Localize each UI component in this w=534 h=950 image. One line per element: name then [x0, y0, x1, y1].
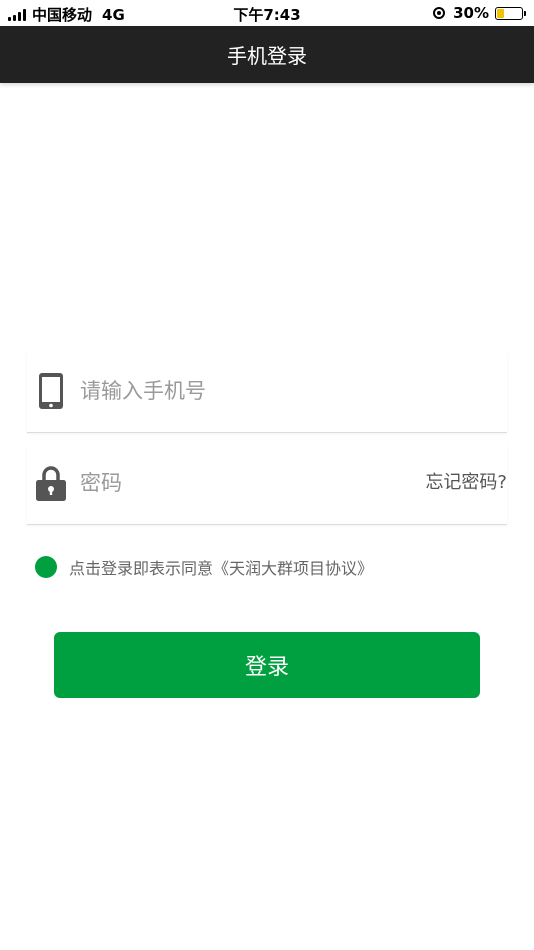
page-title: 手机登录 [227, 44, 307, 68]
battery-icon [495, 6, 523, 20]
forgot-password-link[interactable]: 忘记密码? [425, 442, 507, 524]
password-field: 忘记密码? [27, 442, 507, 525]
nav-bar: 手机登录 [0, 26, 534, 83]
password-input[interactable] [80, 442, 380, 524]
battery-fill [497, 8, 504, 18]
login-button[interactable]: 登录 [54, 632, 480, 698]
battery-percent: 30% [453, 4, 489, 22]
lock-icon [36, 466, 66, 501]
agreement-text[interactable]: 点击登录即表示同意《天润大群项目协议》 [69, 555, 373, 579]
phone-input[interactable] [80, 350, 380, 432]
phone-icon [39, 373, 63, 409]
status-bar: 中国移动 4G 下午7:43 30% [0, 0, 534, 26]
agreement-row: 点击登录即表示同意《天润大群项目协议》 [35, 555, 373, 579]
status-right: 30% [433, 4, 526, 22]
check-dot-icon[interactable] [35, 556, 57, 578]
phone-field [27, 350, 507, 433]
battery-tip [524, 10, 526, 16]
orientation-lock-icon [433, 7, 446, 19]
